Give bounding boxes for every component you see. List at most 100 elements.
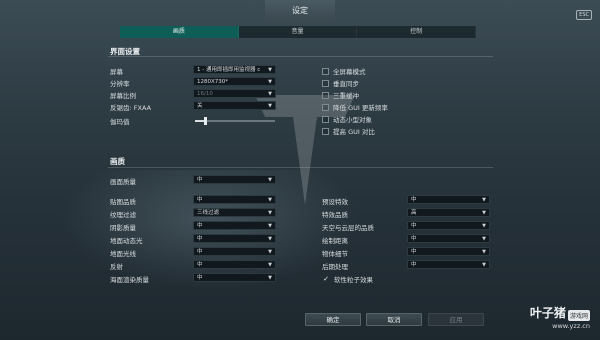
reflection-select[interactable]: 中 ▼ <box>193 260 276 269</box>
watermark-brand: 叶子猪 <box>529 306 566 320</box>
object-detail-select[interactable]: 中 ▼ <box>407 247 490 256</box>
tab-sound[interactable]: 音量 <box>238 26 358 38</box>
chevron-down-icon: ▼ <box>268 262 272 268</box>
gui-refresh-checkbox[interactable] <box>322 103 329 111</box>
screen-select[interactable]: 1 - 通用即插即用监视器 c ▼ <box>193 65 276 74</box>
chevron-down-icon: ▼ <box>268 249 272 255</box>
resolution-label: 分辨率 <box>110 80 130 88</box>
watermark-url: www.yzz.cn <box>552 322 590 330</box>
antialias-select-value: 关 <box>197 103 203 109</box>
resolution-select-value: 1280X730* <box>197 79 229 85</box>
ground-dynamic-light-label: 地面动态光 <box>110 237 143 245</box>
settings-tabs: 画质 音量 控制 <box>120 26 477 38</box>
ratio-select[interactable]: 16/10 ▼ <box>193 89 276 98</box>
check-mark-icon[interactable]: ✓ <box>322 275 330 283</box>
dynamic-objects-checkbox[interactable] <box>322 115 329 123</box>
cancel-button[interactable]: 取消 <box>366 313 422 326</box>
tab-graphics[interactable]: 画质 <box>120 26 239 38</box>
fullscreen-label: 全屏幕模式 <box>333 68 366 76</box>
chevron-down-icon: ▼ <box>268 79 272 85</box>
apply-button[interactable]: 应用 <box>428 313 484 326</box>
fullscreen-checkbox[interactable] <box>322 67 329 75</box>
background-ship-scene <box>60 170 360 290</box>
chevron-down-icon: ▼ <box>268 91 272 97</box>
gamma-slider[interactable] <box>195 117 275 125</box>
texture-quality-value: 中 <box>197 197 203 203</box>
gui-contrast-checkbox[interactable] <box>322 127 329 135</box>
post-processing-label: 后期处理 <box>322 263 348 271</box>
chevron-down-icon: ▼ <box>268 197 272 203</box>
texture-quality-select[interactable]: 中 ▼ <box>193 195 276 204</box>
chevron-down-icon: ▼ <box>482 249 486 255</box>
chevron-down-icon: ▼ <box>482 236 486 242</box>
reflection-label: 反射 <box>110 263 123 271</box>
tab-controls[interactable]: 控制 <box>357 26 477 38</box>
reflection-value: 中 <box>197 262 203 268</box>
object-detail-value: 中 <box>411 249 417 255</box>
vsync-checkbox-row[interactable]: 垂直同步 <box>322 78 359 88</box>
texture-quality-label: 贴图品质 <box>110 198 136 206</box>
effects-quality-select[interactable]: 高 ▼ <box>407 208 490 217</box>
screen-select-value: 1 - 通用即插即用监视器 c <box>197 67 261 73</box>
triple-buffer-label: 三重缓冲 <box>333 92 359 100</box>
fullscreen-checkbox-row[interactable]: 全屏幕模式 <box>322 66 366 76</box>
ratio-select-value: 16/10 <box>197 91 213 97</box>
chevron-down-icon: ▼ <box>482 210 486 216</box>
chevron-down-icon: ▼ <box>482 223 486 229</box>
effects-quality-value: 高 <box>411 210 417 216</box>
vsync-label: 垂直同步 <box>333 80 359 88</box>
preset-effects-value: 中 <box>411 197 417 203</box>
soft-particles-row[interactable]: ✓ 软性粒子效果 <box>322 274 373 284</box>
gamma-label: 伽玛值 <box>110 118 130 126</box>
chevron-down-icon: ▼ <box>268 210 272 216</box>
soft-particles-label: 软性粒子效果 <box>334 276 373 284</box>
texture-filter-value: 三线过滤 <box>197 210 220 216</box>
shadow-quality-value: 中 <box>197 223 203 229</box>
watermark-tag: 游戏网 <box>567 309 590 321</box>
ok-button[interactable]: 确定 <box>305 313 361 326</box>
chevron-down-icon: ▼ <box>268 236 272 242</box>
sky-clouds-select[interactable]: 中 ▼ <box>407 221 490 230</box>
preset-select[interactable]: 中 ▼ <box>193 175 276 184</box>
sea-render-label: 海面渲染质量 <box>110 276 149 284</box>
gui-contrast-label: 提高 GUI 对比 <box>333 128 375 136</box>
resolution-select[interactable]: 1280X730* ▼ <box>193 77 276 86</box>
ratio-label: 屏幕比例 <box>110 92 136 100</box>
draw-distance-select[interactable]: 中 ▼ <box>407 234 490 243</box>
gui-contrast-checkbox-row[interactable]: 提高 GUI 对比 <box>322 126 375 136</box>
antialias-select[interactable]: 关 ▼ <box>193 101 276 110</box>
sky-clouds-value: 中 <box>411 223 417 229</box>
gui-refresh-label: 降低 GUI 更新频率 <box>333 104 388 112</box>
ground-dynamic-light-value: 中 <box>197 236 203 242</box>
post-processing-select[interactable]: 中 ▼ <box>407 260 490 269</box>
sky-clouds-label: 天空与云层的品质 <box>322 224 374 232</box>
section-divider <box>108 167 493 168</box>
screen-label: 屏幕 <box>110 68 123 76</box>
texture-filter-select[interactable]: 三线过滤 ▼ <box>193 208 276 217</box>
effects-quality-label: 特效品质 <box>322 211 348 219</box>
ground-light-select[interactable]: 中 ▼ <box>193 247 276 256</box>
antialias-label: 反锯齿: FXAA <box>110 104 152 112</box>
chevron-down-icon: ▼ <box>482 197 486 203</box>
triple-buffer-checkbox-row[interactable]: 三重缓冲 <box>322 90 359 100</box>
chevron-down-icon: ▼ <box>268 275 272 281</box>
quality-section-title: 画质 <box>110 157 125 166</box>
dynamic-objects-label: 动态小型对象 <box>333 116 372 124</box>
ground-light-value: 中 <box>197 249 203 255</box>
post-processing-value: 中 <box>411 262 417 268</box>
shadow-quality-select[interactable]: 中 ▼ <box>193 221 276 230</box>
sea-render-select[interactable]: 中 ▼ <box>193 273 276 282</box>
gui-refresh-checkbox-row[interactable]: 降低 GUI 更新频率 <box>322 102 388 112</box>
preset-effects-select[interactable]: 中 ▼ <box>407 195 490 204</box>
triple-buffer-checkbox[interactable] <box>322 91 329 99</box>
gamma-slider-handle[interactable] <box>203 117 207 125</box>
vsync-checkbox[interactable] <box>322 79 329 87</box>
ground-dynamic-light-select[interactable]: 中 ▼ <box>193 234 276 243</box>
preset-select-value: 中 <box>197 177 203 183</box>
preset-label: 画面质量 <box>110 178 136 186</box>
sea-render-value: 中 <box>197 275 203 281</box>
dynamic-objects-checkbox-row[interactable]: 动态小型对象 <box>322 114 372 124</box>
texture-filter-label: 纹理过滤 <box>110 211 136 219</box>
draw-distance-value: 中 <box>411 236 417 242</box>
esc-close-button[interactable]: ESC <box>576 10 592 20</box>
